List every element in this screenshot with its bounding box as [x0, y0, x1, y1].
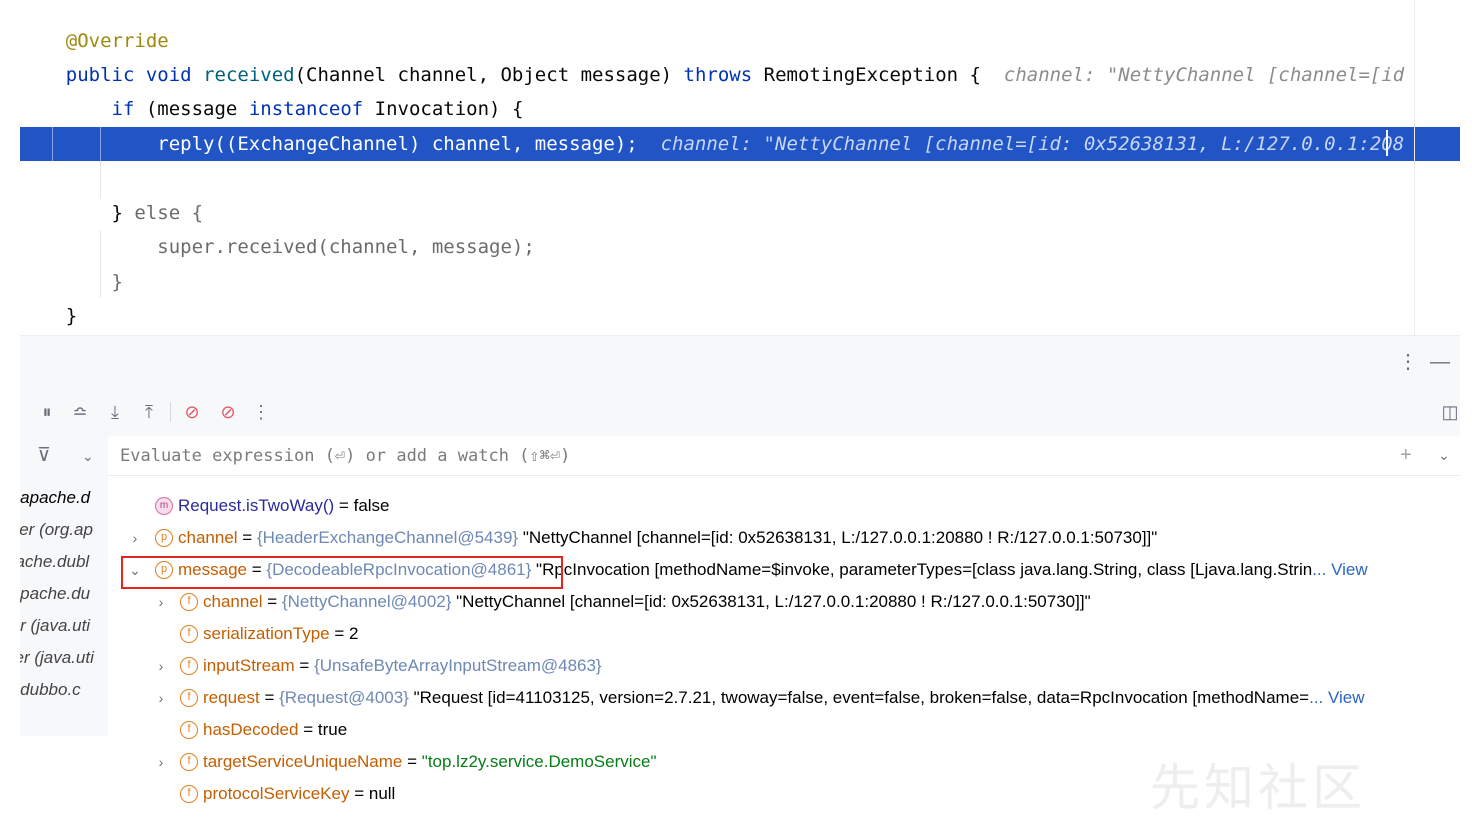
- more-actions-icon[interactable]: ⋮: [252, 400, 270, 424]
- field-badge-icon: f: [180, 657, 198, 675]
- variable-label: Request.isTwoWay() = false: [178, 496, 390, 515]
- chevron-right-icon[interactable]: ›: [154, 682, 168, 714]
- code-line-method-signature[interactable]: public void received(Channel channel, Ob…: [20, 58, 1460, 92]
- variable-label: channel = {NettyChannel@4002} "NettyChan…: [203, 592, 1091, 611]
- minimize-icon[interactable]: —: [1430, 350, 1450, 374]
- code-line-else[interactable]: } else {: [20, 196, 1460, 230]
- evaluate-expression-input[interactable]: [120, 443, 1370, 469]
- highlight-annotation-box: [121, 556, 563, 589]
- field-badge-icon: f: [180, 625, 198, 643]
- variable-row-input-stream[interactable]: › f inputStream = {UnsafeByteArrayInputS…: [108, 650, 1460, 682]
- keyword-else: else: [134, 202, 181, 224]
- layout-icon[interactable]: ◫: [1440, 400, 1460, 424]
- chevron-down-icon[interactable]: ⌄: [82, 448, 94, 465]
- keyword-void: void: [145, 64, 192, 86]
- variable-row-serialization-type[interactable]: f serializationType = 2: [108, 618, 1460, 650]
- frame-item[interactable]: e.dubbo.c: [20, 674, 108, 706]
- step-into-icon[interactable]: ⤓: [104, 400, 126, 424]
- field-badge-icon: f: [180, 689, 198, 707]
- chevron-down-icon[interactable]: ⌄: [1438, 447, 1450, 464]
- reply-call-text: reply((ExchangeChannel) channel, message…: [157, 133, 638, 155]
- code-line-super-call[interactable]: super.received(channel, message);: [20, 230, 1460, 264]
- field-badge-icon: f: [180, 753, 198, 771]
- right-margin-line: [1414, 0, 1415, 335]
- keyword-public: public: [65, 64, 135, 86]
- pause-icon[interactable]: ⏸: [36, 400, 58, 424]
- annotation-text: @Override: [65, 30, 169, 52]
- more-options-icon[interactable]: ⋮: [1398, 350, 1418, 374]
- code-line-close-else[interactable]: }: [20, 265, 1460, 299]
- code-editor[interactable]: @Override public void received(Channel c…: [20, 0, 1460, 335]
- indent-guide: [52, 127, 53, 161]
- field-badge-icon: f: [180, 593, 198, 611]
- variable-label: serializationType = 2: [203, 624, 359, 643]
- else-open-brace: {: [191, 202, 204, 224]
- if-open-text: (message: [145, 98, 238, 120]
- variable-row-message-channel[interactable]: › f channel = {NettyChannel@4002} "Netty…: [108, 586, 1460, 618]
- field-badge-icon: f: [180, 785, 198, 803]
- method-badge-icon: m: [155, 497, 173, 515]
- step-out-icon[interactable]: ⤒: [138, 400, 160, 424]
- field-badge-icon: f: [180, 721, 198, 739]
- variable-label: protocolServiceKey = null: [203, 784, 396, 803]
- step-over-icon[interactable]: ≏: [68, 400, 92, 424]
- frame-item[interactable]: tor (java.uti: [20, 610, 108, 642]
- variable-row-request-istwoway[interactable]: m Request.isTwoWay() = false: [108, 490, 1460, 522]
- variable-row-request[interactable]: › f request = {Request@4003} "Request [i…: [108, 682, 1460, 714]
- evaluate-expression-bar: + ⌄: [108, 436, 1460, 476]
- add-watch-icon[interactable]: +: [1400, 444, 1412, 467]
- code-line-if[interactable]: if (message instanceof Invocation) {: [20, 92, 1460, 126]
- variable-label: request = {Request@4003} "Request [id=41…: [203, 688, 1365, 707]
- parameter-badge-icon: p: [155, 529, 173, 547]
- text-caret: [1386, 130, 1388, 156]
- close-brace: }: [65, 305, 78, 327]
- filter-icon[interactable]: ⊽: [37, 444, 51, 467]
- debug-toolbar: ⏸ ≏ ⤓ ⤒ ⊘ ⊘ ⋮ ◫: [20, 390, 1460, 436]
- variable-label: targetServiceUniqueName = "top.lz2y.serv…: [203, 752, 657, 771]
- else-brace: }: [111, 202, 123, 224]
- variable-label: inputStream = {UnsafeByteArrayInputStrea…: [203, 656, 602, 675]
- code-line-current-execution[interactable]: reply((ExchangeChannel) channel, message…: [20, 127, 1460, 161]
- inline-debug-hint: channel: "NettyChannel [channel=[id: [1003, 64, 1405, 86]
- if-rest-text: Invocation) {: [374, 98, 524, 120]
- keyword-instanceof: instanceof: [248, 98, 364, 120]
- indent-guide: [100, 127, 101, 161]
- close-brace: }: [111, 271, 123, 293]
- frame-item[interactable]: g.apache.d: [20, 482, 108, 514]
- frame-item[interactable]: pache.dubl: [20, 546, 108, 578]
- chevron-right-icon[interactable]: ›: [154, 746, 168, 778]
- view-link[interactable]: ... View: [1312, 560, 1367, 579]
- toolbar-separator: [170, 402, 171, 422]
- exception-text: RemotingException {: [763, 64, 981, 86]
- variable-label: channel = {HeaderExchangeChannel@5439} "…: [178, 528, 1158, 547]
- variable-row-channel[interactable]: › p channel = {HeaderExchangeChannel@543…: [108, 522, 1460, 554]
- frames-empty-area: [20, 736, 108, 806]
- keyword-if: if: [111, 98, 135, 120]
- code-line-annotation[interactable]: @Override: [20, 24, 1460, 58]
- mute-breakpoints-icon[interactable]: ⊘: [216, 400, 240, 424]
- frame-item[interactable]: ker (java.uti: [20, 642, 108, 674]
- super-call-text: super.received(channel, message);: [157, 236, 535, 258]
- view-breakpoints-icon[interactable]: ⊘: [180, 400, 204, 424]
- chevron-right-icon[interactable]: ›: [128, 522, 142, 554]
- chevron-right-icon[interactable]: ›: [154, 586, 168, 618]
- frames-list: g.apache.d dler (org.ap pache.dubl .apac…: [20, 436, 108, 736]
- watermark-text: 先知社区: [1150, 759, 1366, 817]
- params-text: (Channel channel, Object message): [294, 64, 673, 86]
- frame-item[interactable]: .apache.du: [20, 578, 108, 610]
- keyword-throws: throws: [683, 64, 753, 86]
- code-line-close-method[interactable]: }: [20, 299, 1460, 333]
- inline-debug-hint: channel: "NettyChannel [channel=[id: 0x5…: [660, 133, 1405, 155]
- variable-row-has-decoded[interactable]: f hasDecoded = true: [108, 714, 1460, 746]
- view-link[interactable]: ... View: [1309, 688, 1364, 707]
- frame-item[interactable]: dler (org.ap: [20, 514, 108, 546]
- debug-panel-header: ⋮ —: [20, 335, 1460, 390]
- variable-label: hasDecoded = true: [203, 720, 348, 739]
- method-name: received: [203, 64, 295, 86]
- chevron-right-icon[interactable]: ›: [154, 650, 168, 682]
